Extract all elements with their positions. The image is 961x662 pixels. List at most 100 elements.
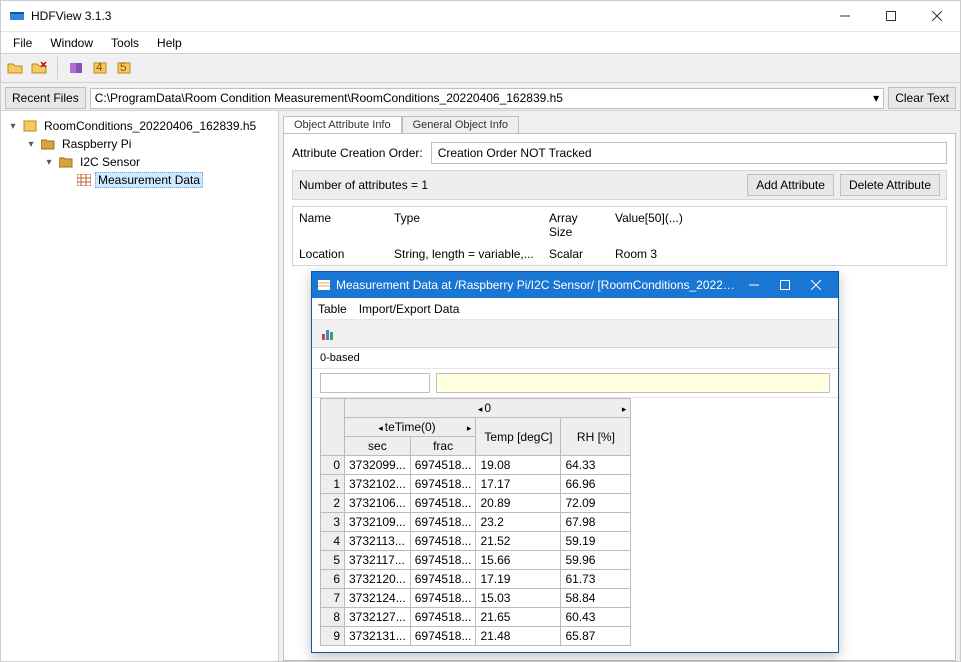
temp-header[interactable]: Temp [degC] <box>476 418 561 456</box>
frac-cell[interactable]: 6974518... <box>410 627 476 646</box>
frac-cell[interactable]: 6974518... <box>410 551 476 570</box>
tree-pane[interactable]: ▾ RoomConditions_20220406_162839.h5 ▾ Ra… <box>1 111 279 661</box>
rh-cell[interactable]: 66.96 <box>561 475 631 494</box>
open-file-icon[interactable] <box>7 60 23 76</box>
collapse-icon[interactable]: ▾ <box>43 157 55 168</box>
titlebar[interactable]: HDFView 3.1.3 <box>1 1 960 31</box>
recent-files-button[interactable]: Recent Files <box>5 87 86 109</box>
row-header[interactable]: 2 <box>321 494 345 513</box>
minimize-button[interactable] <box>822 1 868 31</box>
table-row[interactable]: 33732109...6974518...23.267.98 <box>321 513 631 532</box>
rh-cell[interactable]: 65.87 <box>561 627 631 646</box>
sec-cell[interactable]: 3732102... <box>345 475 411 494</box>
table-row[interactable]: 73732124...6974518...15.0358.84 <box>321 589 631 608</box>
hdf5-icon[interactable]: 5 <box>116 60 132 76</box>
data-window-titlebar[interactable]: Measurement Data at /Raspberry Pi/I2C Se… <box>312 272 838 298</box>
sec-cell[interactable]: 3732117... <box>345 551 411 570</box>
row-header[interactable]: 0 <box>321 456 345 475</box>
rh-cell[interactable]: 60.43 <box>561 608 631 627</box>
sec-cell[interactable]: 3732113... <box>345 532 411 551</box>
rh-cell[interactable]: 64.33 <box>561 456 631 475</box>
frac-header[interactable]: frac <box>410 437 476 456</box>
close-button[interactable] <box>914 1 960 31</box>
table-row[interactable]: 53732117...6974518...15.6659.96 <box>321 551 631 570</box>
sec-cell[interactable]: 3732127... <box>345 608 411 627</box>
col-type-header[interactable]: Type <box>388 207 543 243</box>
menu-table[interactable]: Table <box>318 302 347 316</box>
menu-tools[interactable]: Tools <box>103 34 147 52</box>
data-grid[interactable]: 0 teTime(0) Temp [degC] RH [%] sec frac <box>312 398 838 652</box>
frac-cell[interactable]: 6974518... <box>410 589 476 608</box>
frac-cell[interactable]: 6974518... <box>410 475 476 494</box>
tree-group-node[interactable]: ▾ Raspberry Pi <box>23 135 274 153</box>
tab-attribute-info[interactable]: Object Attribute Info <box>283 116 402 133</box>
col-name-header[interactable]: Name <box>293 207 388 243</box>
data-window[interactable]: Measurement Data at /Raspberry Pi/I2C Se… <box>311 271 839 653</box>
col-value-header[interactable]: Value[50](...) <box>609 207 946 243</box>
sec-header[interactable]: sec <box>345 437 411 456</box>
row-header[interactable]: 9 <box>321 627 345 646</box>
row-header[interactable]: 3 <box>321 513 345 532</box>
maximize-button[interactable] <box>868 1 914 31</box>
sec-cell[interactable]: 3732131... <box>345 627 411 646</box>
row-header[interactable]: 7 <box>321 589 345 608</box>
frac-cell[interactable]: 6974518... <box>410 513 476 532</box>
temp-cell[interactable]: 19.08 <box>476 456 561 475</box>
table-row[interactable]: 63732120...6974518...17.1961.73 <box>321 570 631 589</box>
sec-cell[interactable]: 3732120... <box>345 570 411 589</box>
rh-cell[interactable]: 61.73 <box>561 570 631 589</box>
temp-cell[interactable]: 17.17 <box>476 475 561 494</box>
attribute-row[interactable]: Location String, length = variable,... S… <box>293 243 946 265</box>
temp-cell[interactable]: 20.89 <box>476 494 561 513</box>
table-row[interactable]: 43732113...6974518...21.5259.19 <box>321 532 631 551</box>
close-file-icon[interactable] <box>31 60 47 76</box>
rh-cell[interactable]: 58.84 <box>561 589 631 608</box>
rh-cell[interactable]: 67.98 <box>561 513 631 532</box>
sec-cell[interactable]: 3732124... <box>345 589 411 608</box>
minimize-button[interactable] <box>739 272 770 298</box>
file-path-combo[interactable]: C:\ProgramData\Room Condition Measuremen… <box>90 88 884 109</box>
collapse-icon[interactable]: ▾ <box>25 139 37 150</box>
cell-value-box[interactable] <box>436 373 830 393</box>
rh-cell[interactable]: 59.19 <box>561 532 631 551</box>
rh-header[interactable]: RH [%] <box>561 418 631 456</box>
maximize-button[interactable] <box>770 272 801 298</box>
collapse-icon[interactable]: ▾ <box>7 121 19 132</box>
temp-cell[interactable]: 21.52 <box>476 532 561 551</box>
frac-cell[interactable]: 6974518... <box>410 494 476 513</box>
clear-text-button[interactable]: Clear Text <box>888 87 956 109</box>
table-row[interactable]: 23732106...6974518...20.8972.09 <box>321 494 631 513</box>
attribute-table[interactable]: Name Type Array Size Value[50](...) Loca… <box>292 206 947 266</box>
row-header[interactable]: 8 <box>321 608 345 627</box>
sec-cell[interactable]: 3732109... <box>345 513 411 532</box>
tetime-header[interactable]: teTime(0) <box>345 418 476 437</box>
close-button[interactable] <box>801 272 832 298</box>
table-row[interactable]: 13732102...6974518...17.1766.96 <box>321 475 631 494</box>
table-row[interactable]: 03732099...6974518...19.0864.33 <box>321 456 631 475</box>
temp-cell[interactable]: 15.03 <box>476 589 561 608</box>
sec-cell[interactable]: 3732099... <box>345 456 411 475</box>
delete-attribute-button[interactable]: Delete Attribute <box>840 174 940 196</box>
page-header[interactable]: 0 <box>345 399 631 418</box>
menu-help[interactable]: Help <box>149 34 190 52</box>
tree-file-node[interactable]: ▾ RoomConditions_20220406_162839.h5 <box>5 117 274 135</box>
row-header[interactable]: 5 <box>321 551 345 570</box>
col-size-header[interactable]: Array Size <box>543 207 609 243</box>
menu-file[interactable]: File <box>5 34 40 52</box>
table-row[interactable]: 93732131...6974518...21.4865.87 <box>321 627 631 646</box>
menu-import-export[interactable]: Import/Export Data <box>359 302 460 316</box>
table-row[interactable]: 83732127...6974518...21.6560.43 <box>321 608 631 627</box>
menu-window[interactable]: Window <box>42 34 101 52</box>
chevron-down-icon[interactable]: ▾ <box>873 91 879 105</box>
temp-cell[interactable]: 15.66 <box>476 551 561 570</box>
hdf4-icon[interactable]: 4 <box>92 60 108 76</box>
help-book-icon[interactable] <box>68 60 84 76</box>
tab-general-info[interactable]: General Object Info <box>402 116 519 133</box>
frac-cell[interactable]: 6974518... <box>410 570 476 589</box>
sec-cell[interactable]: 3732106... <box>345 494 411 513</box>
row-header[interactable]: 6 <box>321 570 345 589</box>
tree-dataset-node[interactable]: Measurement Data <box>59 171 274 189</box>
temp-cell[interactable]: 21.48 <box>476 627 561 646</box>
add-attribute-button[interactable]: Add Attribute <box>747 174 834 196</box>
frac-cell[interactable]: 6974518... <box>410 532 476 551</box>
